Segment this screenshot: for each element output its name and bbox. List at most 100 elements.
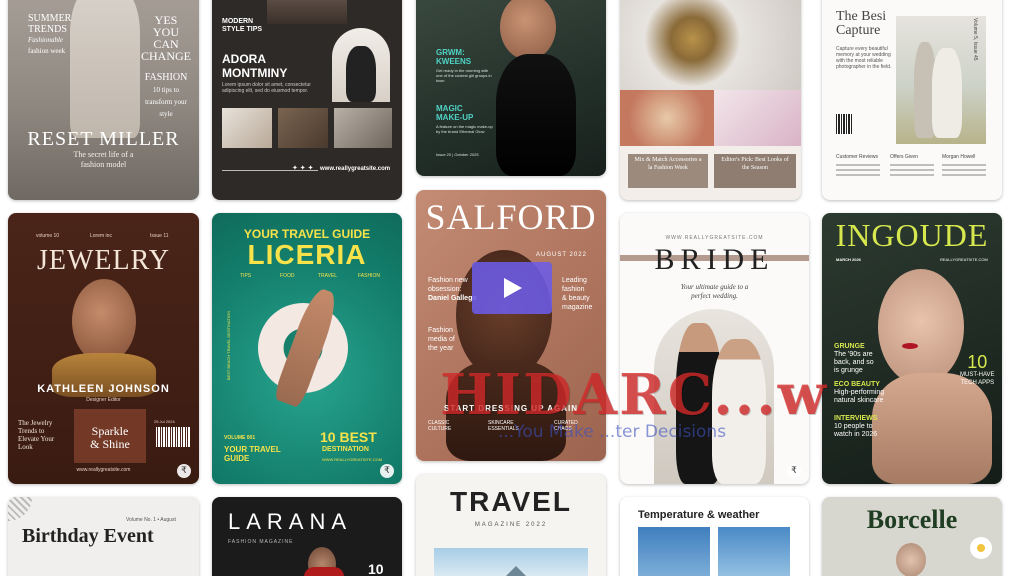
cover-text: High-performing — [834, 389, 885, 396]
cover-site: www.reallygreatsite.com — [76, 467, 131, 473]
cover-subtitle: FASHION MAGAZINE — [228, 539, 294, 545]
cover-text: magazine — [562, 304, 593, 311]
cover-heading: KWEENS — [436, 57, 472, 66]
premium-crown-icon: ₹ — [380, 464, 394, 478]
sky-photo — [638, 527, 710, 576]
cover-headline: DESTINATION — [322, 446, 369, 453]
cover-date: MARCH 2026 — [836, 257, 861, 262]
cover-text: Fashion new — [428, 277, 468, 284]
cover-subtitle: The secret life of a — [73, 150, 134, 159]
cover-text: fashion — [562, 286, 585, 293]
premium-crown-icon: ₹ — [787, 464, 801, 478]
template-card-accessories[interactable]: Mix & Match Accessories a la Fashion Wee… — [620, 0, 801, 200]
cover-text: The Jewelry — [18, 419, 53, 427]
cover-text: TECH APPS — [960, 380, 995, 386]
sky-photo — [718, 527, 790, 576]
cover-tab: FOOD — [280, 273, 295, 279]
cover-column: Morgan Howell — [942, 154, 976, 160]
cover-number: 10 — [967, 352, 988, 372]
rings-photo — [620, 90, 714, 146]
body-lines — [890, 164, 934, 179]
model-figure — [872, 373, 992, 484]
cover-column: Customer Reviews — [836, 154, 878, 160]
body-lines — [836, 164, 880, 179]
cover-volume: Volume No. 1 • August — [126, 517, 176, 523]
cover-text: FASHION — [144, 72, 188, 83]
template-card-reset-miller[interactable]: SUMMER TRENDS Fashionable fashion week Y… — [8, 0, 199, 200]
barcode-icon — [836, 114, 852, 134]
cover-site: WWW.REALLYGREATSITE.COM — [322, 457, 383, 462]
cover-body: Lorem ipsum dolor sit amet, consectetur … — [222, 82, 311, 94]
cover-title: JEWELRY — [37, 245, 170, 276]
cover-text: style — [159, 110, 173, 118]
play-video-button[interactable] — [472, 262, 552, 314]
cover-heading: MAKE-UP — [436, 113, 474, 122]
cover-body: Capture every beautiful memory at your w… — [836, 46, 892, 70]
cover-title: LICERIA — [247, 239, 367, 270]
cover-subtitle: MAGAZINE 2022 — [474, 522, 548, 528]
model-outfit — [304, 567, 344, 576]
cover-text: Fashionable — [28, 36, 63, 44]
cover-text: SUMMER — [28, 13, 72, 24]
cover-guide: YOUR TRAVEL — [224, 445, 281, 454]
cover-title: Capture — [836, 23, 881, 38]
cover-body: Get ready in the morning with one of the… — [436, 68, 492, 83]
template-card-borcelle[interactable]: Borcelle — [822, 497, 1002, 576]
cover-guide: GUIDE — [224, 454, 250, 463]
cover-name: KATHLEEN JOHNSON — [37, 383, 170, 395]
cover-title: BRIDE — [654, 243, 775, 276]
template-card-larana[interactable]: LARANA FASHION MAGAZINE 10 — [212, 497, 402, 576]
cover-role: Designer Editor — [86, 397, 121, 403]
cover-site: WWW.REALLYGREATSITE.COM — [665, 235, 764, 241]
cover-text: media of — [428, 336, 455, 343]
cover-title: INGOUDE — [835, 217, 989, 253]
template-card-grwm-kweens[interactable]: GRWM: KWEENS Get ready in the morning wi… — [416, 0, 606, 176]
cover-issue: Issue 20 | October 2025 — [436, 152, 479, 157]
cover-kicker: STYLE TIPS — [222, 26, 263, 33]
template-gallery: SUMMER TRENDS Fashionable fashion week Y… — [0, 0, 1024, 576]
cover-text: Fashion — [428, 327, 453, 334]
photo-tile — [278, 108, 328, 148]
photo-tile — [334, 108, 392, 148]
watermark-logo: HIDARC...w — [440, 362, 828, 428]
cover-subtitle: fashion model — [80, 160, 127, 169]
cover-text: watch in 2026 — [834, 431, 878, 438]
photo-tile — [222, 108, 272, 148]
cover-title: Birthday Event — [22, 525, 154, 547]
template-card-jewelry[interactable]: volume 10 Lorem inc Issue 11 JEWELRY KAT… — [8, 213, 199, 484]
cover-text: natural skincare — [834, 397, 884, 404]
cover-tab: FASHION — [358, 273, 380, 279]
template-card-adora-montminy[interactable]: MODERN STYLE TIPS ADORA MONTMINY Lorem i… — [212, 0, 402, 200]
cover-text: obsession: — [428, 286, 462, 293]
body-lines — [942, 164, 986, 179]
cover-site: REALLYGREATSITE.COM — [940, 257, 988, 262]
cover-volume: volume 10 — [36, 233, 60, 239]
template-card-liceria[interactable]: YOUR TRAVEL GUIDE LICERIA TIPS FOOD TRAV… — [212, 213, 402, 484]
decor-stars: ✦ ✦ ✦ — [292, 165, 314, 172]
model-face — [500, 0, 556, 60]
model-face — [896, 543, 926, 576]
jewelry-photo — [620, 0, 801, 90]
template-card-ingoude[interactable]: INGOUDE MARCH 2026 REALLYGREATSITE.COM G… — [822, 213, 1002, 484]
cover-caption: Editor's Pick: Best Looks of the Season — [721, 157, 789, 171]
corner-stripes — [8, 497, 32, 521]
cover-text: Leading — [562, 277, 587, 284]
cover-date: AUGUST 2022 — [536, 252, 587, 258]
template-card-besi-capture[interactable]: The Besi Capture Capture every beautiful… — [822, 0, 1002, 200]
template-card-bride[interactable]: WWW.REALLYGREATSITE.COM BRIDE Your ultim… — [620, 213, 809, 484]
model-figure — [496, 54, 576, 176]
cover-text: is grunge — [834, 367, 863, 374]
cover-side-text: BEST BEACH TRAVEL DESTINATION — [226, 311, 231, 381]
template-card-travel[interactable]: TRAVEL MAGAZINE 2022 — [416, 474, 606, 576]
model-figure — [70, 0, 140, 138]
template-card-temperature-weather[interactable]: Temperature & weather — [620, 497, 809, 576]
cover-title: LARANA — [228, 509, 353, 534]
cover-column: Offers Given — [890, 154, 918, 160]
mountain-peak — [498, 566, 534, 576]
cover-body: A feature on the magic make-up by the br… — [436, 124, 493, 134]
model-figure — [346, 46, 376, 102]
cover-heading: INTERVIEWS — [834, 415, 878, 422]
cover-text: fashion week — [28, 47, 66, 55]
cover-subtitle: perfect wedding. — [691, 292, 738, 300]
template-card-birthday-event[interactable]: Volume No. 1 • August Birthday Event — [8, 497, 199, 576]
